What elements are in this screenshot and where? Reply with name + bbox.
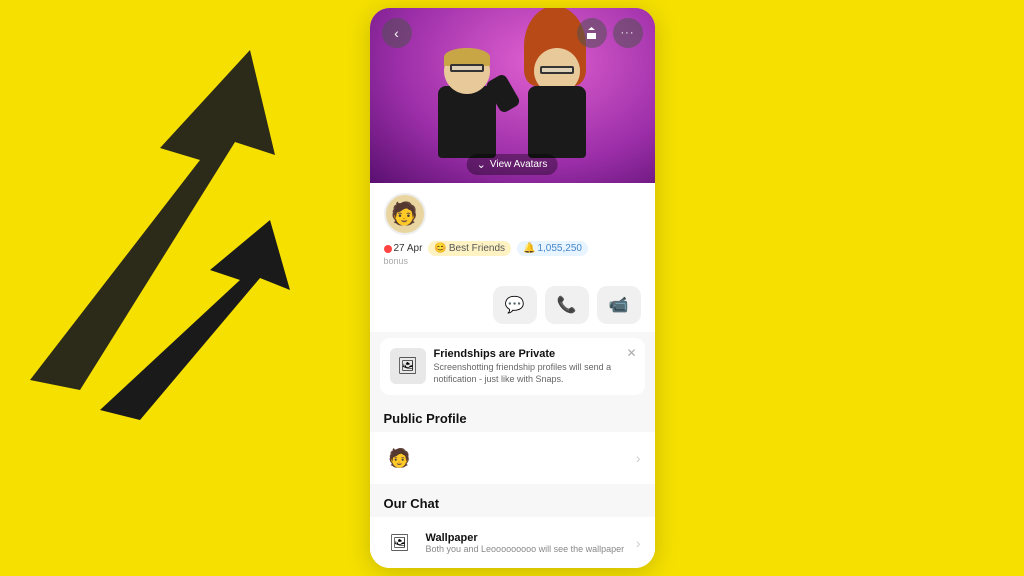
date-dot — [384, 245, 392, 253]
wallpaper-chevron: › — [636, 535, 641, 551]
wallpaper-icon: 🖼 — [384, 527, 416, 559]
profile-avatar-row: 🧑 — [384, 193, 641, 235]
content-area[interactable]: 🧑 27 Apr 😊 Best Friends 🔔 1,055,250 — [370, 183, 655, 568]
wallpaper-title: Wallpaper — [426, 532, 626, 544]
public-profile-header: Public Profile — [370, 401, 655, 430]
call-button[interactable]: 📞 — [545, 286, 589, 324]
score-badge: 🔔 1,055,250 — [517, 241, 588, 256]
phone-frame: ‹ ··· — [370, 8, 655, 568]
privacy-close-button[interactable]: ✕ — [626, 346, 636, 360]
privacy-icon: 🖼 — [390, 348, 426, 384]
public-profile-avatar-icon: 🧑 — [384, 442, 416, 474]
privacy-desc: Screenshotting friendship profiles will … — [434, 362, 635, 385]
privacy-title: Friendships are Private — [434, 348, 635, 360]
wallpaper-subtitle: Both you and Leooooooooo will see the wa… — [426, 544, 626, 556]
profile-badges: 27 Apr 😊 Best Friends 🔔 1,055,250 — [384, 241, 641, 256]
wallpaper-item[interactable]: 🖼 Wallpaper Both you and Leooooooooo wil… — [370, 517, 655, 568]
wallpaper-text: Wallpaper Both you and Leooooooooo will … — [426, 532, 626, 556]
more-button[interactable]: ··· — [613, 18, 643, 48]
privacy-text: Friendships are Private Screenshotting f… — [434, 348, 635, 385]
bonus-label: bonus — [384, 256, 641, 266]
public-profile-chevron: › — [636, 450, 641, 466]
avatar-banner: ‹ ··· — [370, 8, 655, 183]
video-button[interactable]: 📹 — [597, 286, 641, 324]
privacy-notice: 🖼 Friendships are Private Screenshotting… — [380, 338, 645, 395]
profile-row: 🧑 27 Apr 😊 Best Friends 🔔 1,055,250 — [370, 183, 655, 278]
banner-nav: ‹ ··· — [370, 18, 655, 48]
share-button[interactable] — [577, 18, 607, 48]
profile-avatar: 🧑 — [384, 193, 426, 235]
action-buttons-row: 💬 📞 📹 — [370, 278, 655, 332]
chat-button[interactable]: 💬 — [493, 286, 537, 324]
back-button[interactable]: ‹ — [382, 18, 412, 48]
our-chat-header: Our Chat — [370, 486, 655, 515]
best-friends-badge: 😊 Best Friends — [428, 241, 511, 256]
arrow-annotation — [0, 0, 370, 400]
view-avatars-button[interactable]: View Avatars — [467, 154, 558, 175]
our-chat-section: Our Chat 🖼 Wallpaper Both you and Leoooo… — [370, 486, 655, 568]
public-profile-item[interactable]: 🧑 › — [370, 432, 655, 484]
nav-right-group: ··· — [577, 18, 643, 48]
date-badge: 27 Apr — [384, 243, 423, 254]
